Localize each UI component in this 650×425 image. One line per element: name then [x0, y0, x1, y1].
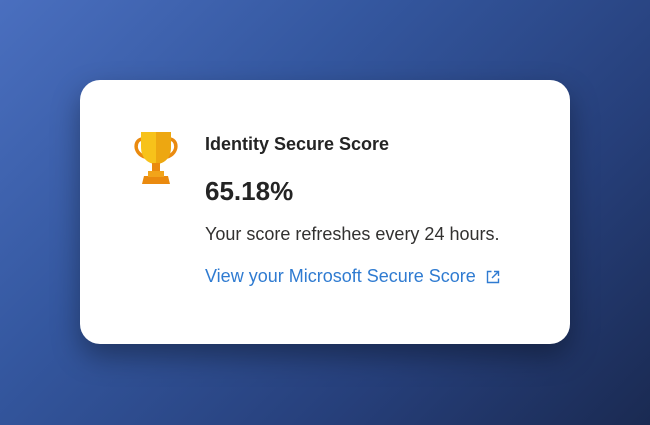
- external-link-icon: [485, 268, 501, 284]
- secure-score-link[interactable]: View your Microsoft Secure Score: [205, 265, 501, 287]
- secure-score-link-label: View your Microsoft Secure Score: [205, 266, 476, 286]
- secure-score-card: Identity Secure Score 65.18% Your score …: [80, 80, 570, 344]
- score-value: 65.18%: [205, 176, 294, 206]
- card-content: Identity Secure Score 65.18% Your score …: [205, 132, 540, 287]
- trophy-icon: [131, 131, 181, 185]
- card-title: Identity Secure Score: [205, 134, 390, 154]
- refresh-description: Your score refreshes every 24 hours.: [205, 224, 500, 244]
